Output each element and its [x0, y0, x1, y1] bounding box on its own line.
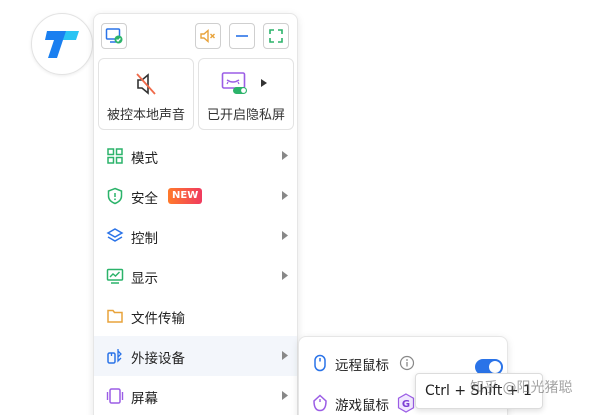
menu-item-security[interactable]: 安全 NEW — [94, 176, 297, 216]
grid-icon — [107, 148, 123, 164]
menu-item-mode[interactable]: 模式 — [94, 136, 297, 176]
chevron-right-icon — [282, 231, 288, 240]
info-icon[interactable] — [399, 355, 415, 371]
game-mouse-icon — [313, 394, 327, 412]
app-logo[interactable] — [31, 13, 93, 75]
shield-icon — [107, 187, 123, 205]
folder-icon — [107, 309, 123, 323]
todesk-logo-icon — [45, 31, 79, 58]
chevron-right-icon — [282, 351, 288, 360]
remote-mouse-label: 远程鼠标 — [335, 358, 389, 374]
caret-right-icon[interactable] — [261, 79, 267, 87]
devices-icon — [107, 349, 122, 364]
chart-monitor-icon — [106, 268, 124, 284]
mute-button[interactable] — [195, 23, 221, 49]
fullscreen-icon — [269, 29, 283, 43]
menu-item-mode-label: 模式 — [131, 151, 158, 167]
menu-item-display[interactable]: 显示 — [94, 256, 297, 296]
screen-icon — [106, 388, 124, 404]
svg-text:G: G — [402, 399, 410, 410]
toggle-knob — [489, 361, 501, 373]
menu-item-external-devices[interactable]: 外接设备 — [94, 336, 297, 376]
monitor-check-icon — [105, 28, 123, 44]
menu-item-external-devices-label: 外接设备 — [131, 351, 185, 367]
menu-item-control[interactable]: 控制 — [94, 216, 297, 256]
menu-item-control-label: 控制 — [131, 231, 158, 247]
menu-item-security-label: 安全 — [131, 191, 158, 207]
menu-item-screen[interactable]: 屏幕 — [94, 376, 297, 415]
menu-item-file-transfer-label: 文件传输 — [131, 311, 185, 327]
monitor-button[interactable] — [101, 23, 127, 49]
new-badge: NEW — [168, 188, 203, 204]
menu-item-display-label: 显示 — [131, 271, 158, 287]
layers-icon — [106, 228, 124, 242]
chevron-right-icon — [282, 191, 288, 200]
local-sound-tile[interactable]: 被控本地声音 — [98, 58, 194, 130]
privacy-screen-tile[interactable]: 已开启隐私屏 — [198, 58, 294, 130]
minimize-button[interactable] — [229, 23, 255, 49]
local-sound-label: 被控本地声音 — [106, 108, 185, 123]
privacy-screen-label: 已开启隐私屏 — [206, 108, 285, 123]
privacy-screen-icon — [221, 72, 247, 94]
g-badge-icon: G — [397, 393, 415, 413]
game-mouse-label: 游戏鼠标 — [335, 398, 389, 414]
speaker-off-icon — [136, 73, 156, 95]
chevron-right-icon — [282, 151, 288, 160]
control-panel: 被控本地声音 已开启隐私屏 模式 安全 NEW 控制 显示 文件传输 外接设备 … — [93, 13, 298, 415]
speaker-muted-icon — [200, 28, 215, 44]
fullscreen-button[interactable] — [263, 23, 289, 49]
chevron-right-icon — [282, 391, 288, 400]
menu-item-file-transfer[interactable]: 文件传输 — [94, 296, 297, 336]
mouse-icon — [314, 354, 326, 372]
menu-item-screen-label: 屏幕 — [131, 391, 158, 407]
minimize-icon — [236, 35, 248, 37]
chevron-right-icon — [282, 271, 288, 280]
watermark-text: 知乎 @阳光猪聪 — [470, 380, 573, 396]
